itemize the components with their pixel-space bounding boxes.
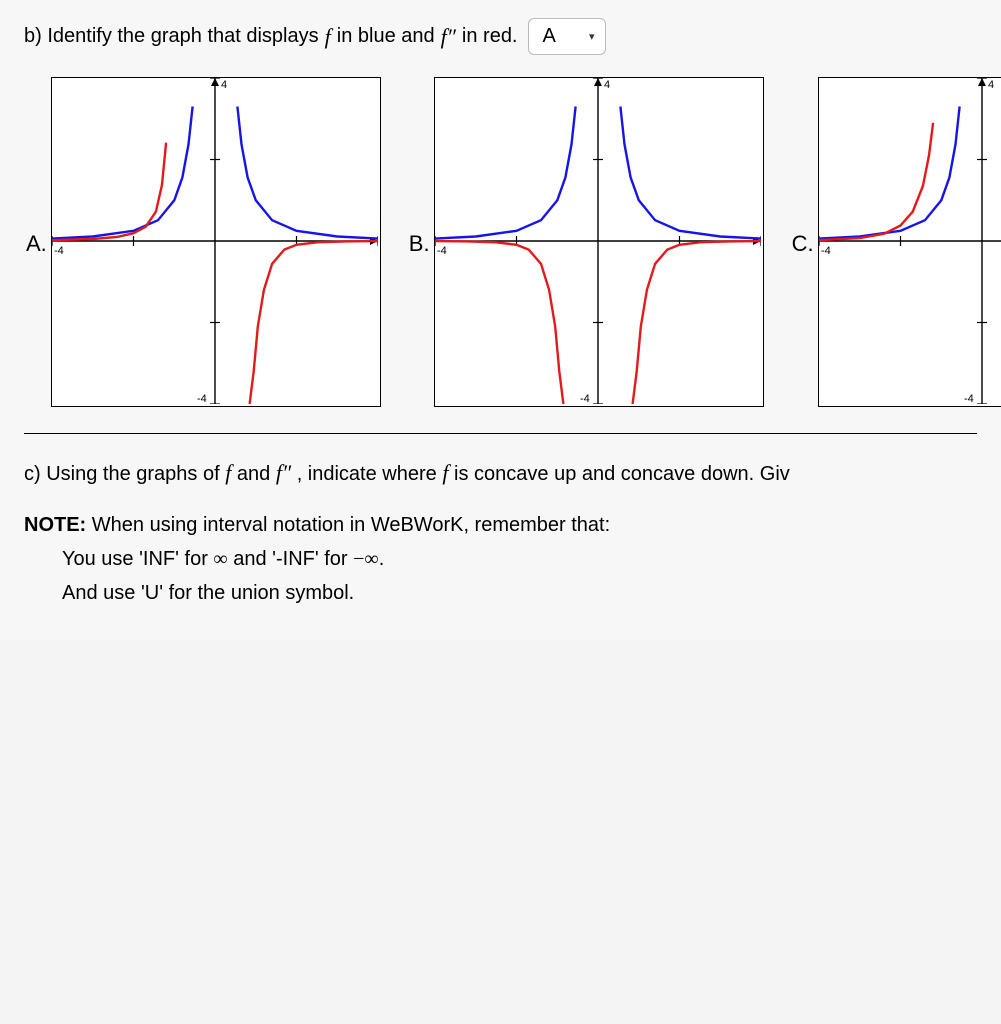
question-c-pre: c) Using the graphs of — [24, 463, 225, 485]
svg-text:-4: -4 — [964, 393, 974, 404]
svg-text:4: 4 — [988, 79, 994, 91]
divider — [24, 433, 977, 434]
svg-text:-4: -4 — [821, 245, 831, 257]
infinity-symbol: ∞ — [213, 548, 227, 570]
question-c-mid: and — [237, 463, 276, 485]
graph-label-c: C. — [792, 231, 814, 257]
problem-page: b) Identify the graph that displays f in… — [0, 0, 1001, 640]
svg-text:4: 4 — [604, 79, 610, 91]
f-symbol-3: f — [442, 460, 448, 485]
svg-text:-4: -4 — [580, 393, 590, 404]
f-symbol-2: f — [225, 460, 231, 485]
svg-text:-4: -4 — [437, 245, 447, 257]
note-line-heading: NOTE: When using interval notation in We… — [24, 508, 977, 542]
question-b-text-pre: b) Identify the graph that displays — [24, 25, 319, 48]
question-b-text-mid: in blue and — [337, 25, 435, 48]
note-heading-rest: When using interval notation in WeBWorK,… — [86, 514, 610, 536]
graph-c: -4 4 -4 — [818, 77, 1001, 407]
svg-text:-4: -4 — [197, 393, 207, 404]
f-double-prime-symbol-2: f″ — [276, 460, 291, 485]
chevron-down-icon: ▾ — [589, 30, 595, 43]
graph-a: -4 4 -4 — [51, 77, 381, 407]
graph-b: -4 4 -4 — [434, 77, 764, 407]
question-c-post: is concave up and concave down. Giv — [454, 463, 790, 485]
note-heading: NOTE: — [24, 514, 86, 536]
graph-cell-c: C. -4 4 -4 — [792, 77, 1001, 407]
graph-cell-a: A. -4 4 -4 — [26, 77, 381, 407]
neg-infinity-symbol: −∞ — [353, 548, 379, 570]
svg-text:-4: -4 — [54, 245, 64, 257]
f-symbol: f — [325, 24, 331, 50]
answer-select[interactable]: A ▾ — [528, 18, 606, 55]
graph-cell-b: B. -4 4 -4 — [409, 77, 764, 407]
question-b-text-post: in red. — [462, 25, 518, 48]
note-line1-b: and '-INF' for — [228, 548, 353, 570]
note-line-2: And use 'U' for the union symbol. — [62, 576, 977, 610]
f-double-prime-symbol: f″ — [441, 24, 456, 50]
note-line1-a: You use 'INF' for — [62, 548, 213, 570]
question-b: b) Identify the graph that displays f in… — [24, 18, 977, 55]
question-c-mid2: , indicate where — [297, 463, 443, 485]
answer-select-value: A — [543, 25, 556, 48]
question-c: c) Using the graphs of f and f″ , indica… — [24, 460, 977, 486]
graph-grid: A. -44-4 B. -44-4 C. -44-4 D. -44-4 — [26, 77, 977, 407]
note-line-1: You use 'INF' for ∞ and '-INF' for −∞. — [62, 542, 977, 576]
svg-text:4: 4 — [221, 79, 227, 91]
note-line1-c: . — [379, 548, 385, 570]
note-block: NOTE: When using interval notation in We… — [24, 508, 977, 610]
graph-label-b: B. — [409, 231, 430, 257]
graph-label-a: A. — [26, 231, 47, 257]
